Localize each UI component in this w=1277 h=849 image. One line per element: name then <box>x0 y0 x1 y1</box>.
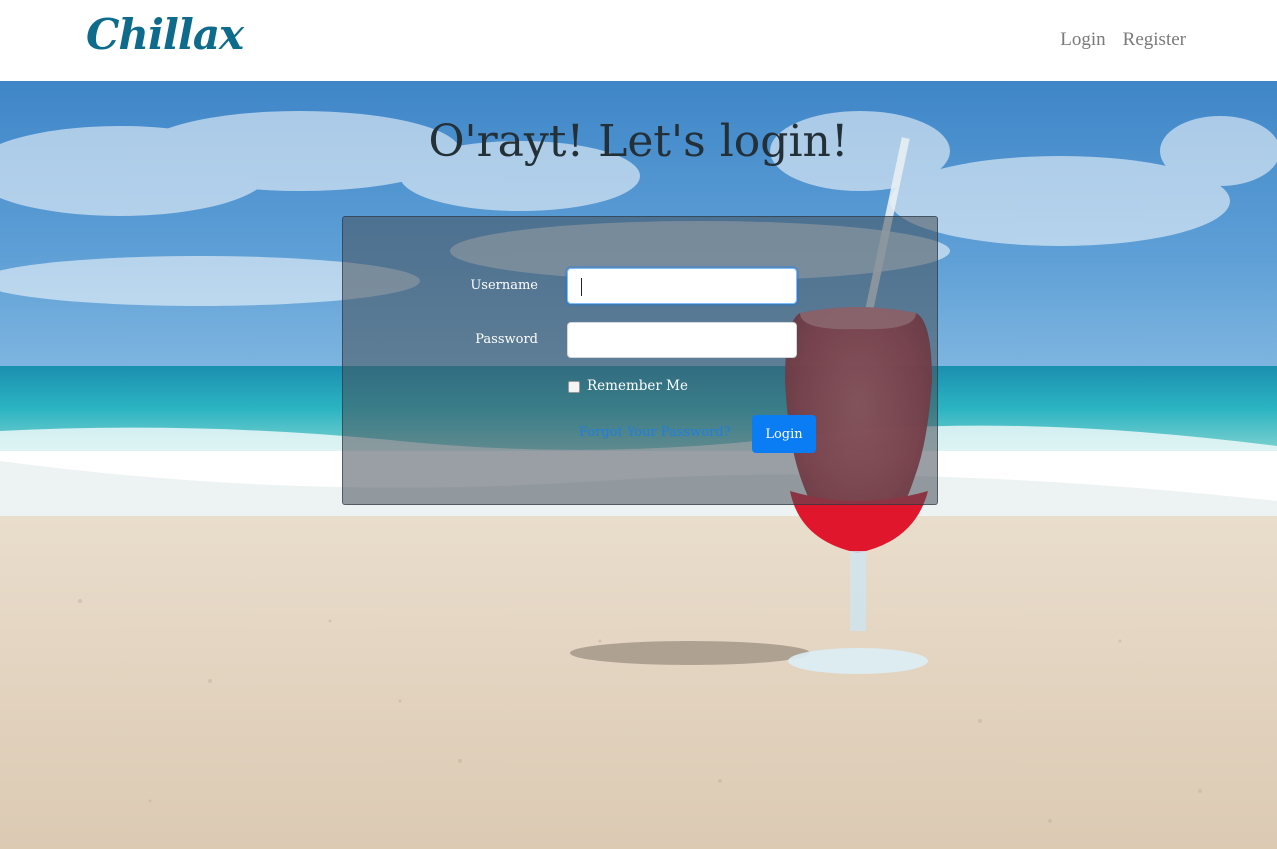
login-submit-button[interactable]: Login <box>752 415 816 453</box>
remember-me-label[interactable]: Remember Me <box>587 378 688 394</box>
username-label: Username <box>470 278 538 293</box>
nav-login-link[interactable]: Login <box>1060 29 1105 51</box>
page-headline: O'rayt! Let's login! <box>428 116 849 167</box>
login-panel: Username Password Remember Me Forgot You… <box>342 216 938 505</box>
text-caret <box>581 278 582 296</box>
top-navbar: Chillax Login Register <box>0 0 1277 81</box>
forgot-password-link[interactable]: Forgot Your Password? <box>579 425 731 440</box>
nav-register-link[interactable]: Register <box>1123 29 1186 51</box>
remember-me-checkbox[interactable] <box>568 381 580 393</box>
nav-links: Login Register <box>1060 29 1186 51</box>
password-input[interactable] <box>567 322 797 358</box>
username-input[interactable] <box>567 268 797 304</box>
password-label: Password <box>475 332 538 347</box>
brand-logo[interactable]: Chillax <box>86 10 244 59</box>
